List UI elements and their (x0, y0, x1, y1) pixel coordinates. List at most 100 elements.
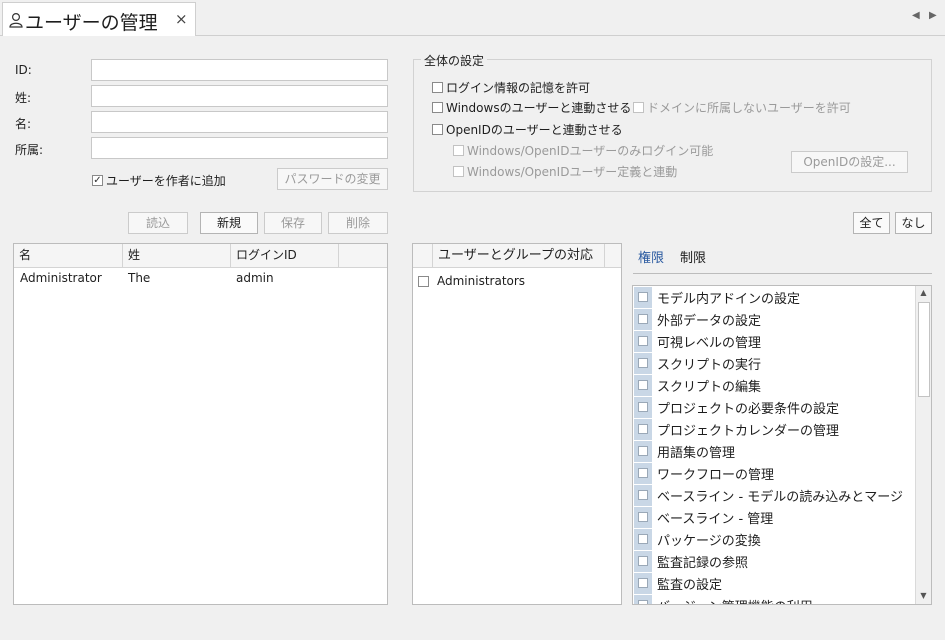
id-label: ID: (15, 63, 32, 77)
department-input[interactable] (91, 137, 388, 159)
list-item[interactable]: パッケージの変換 (634, 528, 914, 550)
user-table: 名 姓 ログインID Administrator The admin (13, 243, 388, 605)
list-item[interactable]: プロジェクトカレンダーの管理 (634, 418, 914, 440)
list-item[interactable]: モデル内アドインの設定 (634, 286, 914, 308)
permission-label: スクリプトの編集 (657, 379, 762, 395)
checkbox-icon (638, 468, 648, 478)
checkbox-icon (638, 490, 648, 500)
openid-settings-button[interactable]: OpenIDの設定... (791, 151, 908, 173)
tab-user-management[interactable]: ユーザーの管理 × (2, 2, 196, 36)
cell-firstname: Administrator (20, 271, 102, 285)
column-header-loginid[interactable]: ログインID (231, 244, 339, 267)
group-header-title[interactable]: ユーザーとグループの対応 (433, 244, 605, 267)
scrollbar-thumb[interactable] (918, 302, 930, 397)
checkbox-icon (638, 314, 648, 324)
list-item[interactable]: バージョン管理機能の利用 (634, 594, 914, 605)
checkbox-icon (432, 82, 443, 93)
scroll-up-icon[interactable]: ▲ (916, 288, 931, 297)
checkbox-icon (418, 275, 429, 287)
user-table-header: 名 姓 ログインID (14, 244, 387, 268)
select-none-button[interactable]: なし (895, 212, 932, 234)
permission-label: モデル内アドインの設定 (657, 291, 801, 307)
global-settings-legend: 全体の設定 (421, 52, 488, 69)
list-item[interactable]: 外部データの設定 (634, 308, 914, 330)
group-item-label: Administrators (437, 274, 526, 288)
new-button[interactable]: 新規 (200, 212, 258, 234)
tab-permissions[interactable]: 権限 (638, 247, 664, 266)
permission-label: パッケージの変換 (657, 533, 761, 549)
permission-label: プロジェクトカレンダーの管理 (657, 423, 840, 439)
lastname-input[interactable] (91, 85, 388, 107)
checkbox-icon (638, 292, 648, 302)
cell-lastname: The (128, 271, 151, 285)
close-icon[interactable]: × (175, 10, 188, 28)
add-author-checkbox[interactable]: ✓ ユーザーを作者に追加 (92, 172, 226, 189)
scroll-tabs-right-icon[interactable]: ▶ (929, 10, 937, 21)
list-item[interactable]: 監査の設定 (634, 572, 914, 594)
checkbox-icon (432, 124, 443, 135)
openid-user-def-checkbox[interactable]: Windows/OpenIDユーザー定義と連動 (453, 163, 677, 180)
remember-login-checkbox[interactable]: ログイン情報の記憶を許可 (432, 79, 590, 96)
firstname-label: 名: (15, 117, 32, 131)
checkbox-icon (638, 578, 648, 588)
select-all-button[interactable]: 全て (853, 212, 890, 234)
list-item[interactable]: ワークフローの管理 (634, 462, 914, 484)
tab-divider (633, 273, 932, 274)
list-item[interactable]: 監査記録の参照 (634, 550, 914, 572)
save-button[interactable]: 保存 (264, 212, 322, 234)
scroll-down-icon[interactable]: ▼ (916, 591, 931, 600)
load-button[interactable]: 読込 (128, 212, 188, 234)
list-item[interactable]: スクリプトの編集 (634, 374, 914, 396)
column-header-firstname[interactable]: 名 (14, 244, 123, 267)
checkbox-icon (638, 380, 648, 390)
list-item[interactable]: プロジェクトの必要条件の設定 (634, 396, 914, 418)
vertical-scrollbar[interactable]: ▲ ▼ (915, 286, 931, 604)
delete-button[interactable]: 削除 (328, 212, 388, 234)
tab-restrictions[interactable]: 制限 (680, 247, 706, 266)
checkbox-icon (453, 145, 464, 156)
id-input[interactable] (91, 59, 388, 81)
permission-label: プロジェクトの必要条件の設定 (657, 401, 840, 417)
group-item-administrators[interactable]: Administrators (418, 274, 525, 288)
lastname-label: 姓: (15, 91, 32, 105)
tab-title: ユーザーの管理 (25, 12, 158, 34)
firstname-input[interactable] (91, 111, 388, 133)
permission-label: ベースライン - モデルの読み込みとマージ (657, 489, 904, 505)
checkbox-icon (638, 534, 648, 544)
checkbox-icon (638, 336, 648, 346)
permission-label: スクリプトの実行 (657, 357, 762, 373)
department-label: 所属: (15, 143, 44, 157)
list-item[interactable]: ベースライン - モデルの読み込みとマージ (634, 484, 914, 506)
permission-label: 用語集の管理 (657, 445, 736, 461)
checkbox-icon (638, 512, 648, 522)
permission-label: 外部データの設定 (657, 313, 762, 329)
windows-user-checkbox[interactable]: Windowsのユーザーと連動させる (432, 99, 631, 116)
remember-login-label: ログイン情報の記憶を許可 (446, 81, 591, 95)
list-item[interactable]: ベースライン - 管理 (634, 506, 914, 528)
openid-only-login-checkbox[interactable]: Windows/OpenIDユーザーのみログイン可能 (453, 142, 713, 159)
permission-label: バージョン管理機能の利用 (657, 596, 813, 605)
permission-label: 可視レベルの管理 (657, 335, 762, 351)
group-header-check-column (413, 244, 433, 267)
list-item[interactable]: 可視レベルの管理 (634, 330, 914, 352)
column-header-lastname[interactable]: 姓 (123, 244, 231, 267)
user-group-panel: ユーザーとグループの対応 Administrators (412, 243, 622, 605)
allow-non-domain-checkbox[interactable]: ドメインに所属しないユーザーを許可 (633, 99, 851, 116)
checkbox-icon (453, 166, 464, 177)
checkbox-icon (638, 402, 648, 412)
checkbox-icon (638, 556, 648, 566)
permission-label: 監査記録の参照 (657, 555, 749, 571)
add-author-label: ユーザーを作者に追加 (106, 174, 226, 188)
table-row[interactable]: Administrator The admin (14, 269, 387, 289)
list-item[interactable]: 用語集の管理 (634, 440, 914, 462)
change-password-button[interactable]: パスワードの変更 (277, 168, 388, 190)
list-item[interactable]: スクリプトの実行 (634, 352, 914, 374)
permission-label: ベースライン - 管理 (657, 511, 774, 527)
windows-user-label: Windowsのユーザーと連動させる (446, 101, 632, 115)
permission-label: ワークフローの管理 (657, 467, 775, 483)
openid-user-checkbox[interactable]: OpenIDのユーザーと連動させる (432, 121, 623, 138)
openid-only-login-label: Windows/OpenIDユーザーのみログイン可能 (467, 144, 714, 158)
checkbox-icon (638, 424, 648, 434)
cell-loginid: admin (236, 271, 274, 285)
scroll-tabs-left-icon[interactable]: ◀ (912, 10, 920, 21)
